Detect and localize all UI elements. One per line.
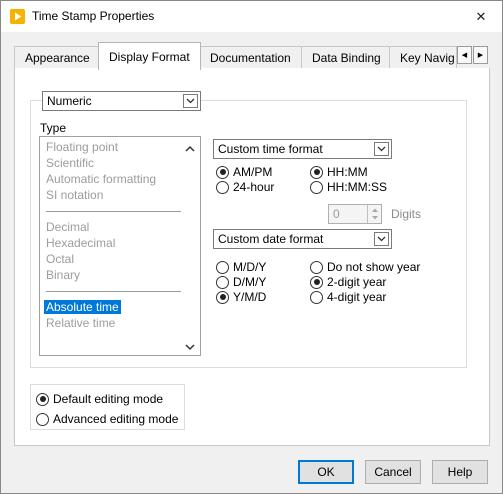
digits-numeric-control[interactable]: 0 [328, 204, 382, 224]
tab-label: Key Navig [400, 51, 455, 65]
tab-scroll-left-button[interactable]: ◀ [457, 46, 472, 64]
chevron-down-icon [183, 94, 198, 108]
list-item-selected[interactable]: Absolute time [44, 300, 121, 314]
time-format-select[interactable]: Custom time format [213, 139, 392, 159]
radio-icon [310, 260, 323, 274]
tab-label: Documentation [210, 51, 291, 65]
digits-value: 0 [333, 207, 340, 221]
ymd-radio[interactable]: Y/M/D [216, 290, 266, 304]
ok-button[interactable]: OK [298, 460, 354, 484]
no-year-radio[interactable]: Do not show year [310, 260, 420, 274]
chevron-down-icon [374, 232, 389, 246]
default-editing-mode-radio[interactable]: Default editing mode [36, 392, 163, 406]
type-label: Type [40, 121, 67, 135]
digits-stepper[interactable] [367, 205, 381, 223]
labview-app-icon [10, 9, 25, 24]
cancel-button[interactable]: Cancel [365, 460, 421, 484]
four-digit-year-radio[interactable]: 4-digit year [310, 290, 386, 304]
four-digit-year-label: 4-digit year [327, 290, 387, 304]
digits-label: Digits [391, 207, 422, 221]
mdy-label: M/D/Y [233, 260, 267, 274]
properties-dialog: Time Stamp Properties ✕ Appearance Displ… [0, 0, 503, 494]
date-format-value: Custom date format [218, 232, 324, 246]
tab-documentation[interactable]: Documentation [199, 46, 302, 69]
time-format-value: Custom time format [218, 142, 323, 156]
help-button[interactable]: Help [432, 460, 488, 484]
ampm-label: AM/PM [233, 165, 273, 179]
format-type-value: Numeric [47, 94, 92, 108]
radio-selected-icon [216, 290, 229, 304]
radio-selected-icon [310, 165, 323, 179]
24-hour-radio[interactable]: 24-hour [216, 180, 274, 194]
arrow-left-icon: ◀ [461, 52, 468, 59]
list-item[interactable]: Hexadecimal [46, 236, 115, 250]
list-divider [46, 291, 181, 292]
list-item[interactable]: Decimal [46, 220, 89, 234]
radio-icon [216, 260, 229, 274]
two-digit-year-radio[interactable]: 2-digit year [310, 275, 386, 289]
ampm-radio[interactable]: AM/PM [216, 165, 272, 179]
hhmmss-radio[interactable]: HH:MM:SS [310, 180, 387, 194]
radio-selected-icon [310, 275, 323, 289]
ymd-label: Y/M/D [233, 290, 267, 304]
tab-label: Appearance [25, 51, 90, 65]
tab-key-navigation[interactable]: Key Navig [389, 46, 457, 69]
radio-icon [36, 412, 49, 426]
format-type-select[interactable]: Numeric [42, 91, 201, 111]
tab-label: Data Binding [312, 51, 381, 65]
list-item[interactable]: SI notation [46, 188, 103, 202]
mdy-radio[interactable]: M/D/Y [216, 260, 266, 274]
24-hour-label: 24-hour [233, 180, 275, 194]
tab-label: Display Format [109, 49, 190, 64]
list-item[interactable]: Floating point [46, 140, 118, 154]
hhmmss-label: HH:MM:SS [327, 180, 387, 194]
advanced-editing-mode-label: Advanced editing mode [53, 412, 179, 426]
dmy-label: D/M/Y [233, 275, 267, 289]
radio-icon [216, 180, 229, 194]
close-icon: ✕ [475, 8, 487, 24]
arrow-right-icon: ▶ [477, 52, 484, 59]
dmy-radio[interactable]: D/M/Y [216, 275, 266, 289]
tab-appearance[interactable]: Appearance [14, 46, 101, 69]
close-button[interactable]: ✕ [461, 1, 501, 32]
window-title: Time Stamp Properties [32, 9, 155, 23]
default-editing-mode-label: Default editing mode [53, 392, 164, 406]
tab-data-binding[interactable]: Data Binding [301, 46, 392, 69]
type-listbox[interactable]: Floating point Scientific Automatic form… [39, 136, 201, 356]
radio-icon [310, 290, 323, 304]
radio-selected-icon [216, 165, 229, 179]
radio-icon [310, 180, 323, 194]
list-divider [46, 211, 181, 212]
no-year-label: Do not show year [327, 260, 421, 274]
hhmm-radio[interactable]: HH:MM [310, 165, 368, 179]
title-bar: Time Stamp Properties ✕ [1, 1, 502, 32]
tab-scroll-right-button[interactable]: ▶ [473, 46, 488, 64]
list-item[interactable]: Automatic formatting [46, 172, 156, 186]
help-label: Help [447, 465, 473, 479]
hhmm-label: HH:MM [327, 165, 368, 179]
date-format-select[interactable]: Custom date format [213, 229, 392, 249]
list-item[interactable]: Relative time [46, 316, 115, 330]
two-digit-year-label: 2-digit year [327, 275, 387, 289]
tab-display-format[interactable]: Display Format [98, 42, 201, 70]
advanced-editing-mode-radio[interactable]: Advanced editing mode [36, 412, 178, 426]
list-item[interactable]: Scientific [46, 156, 94, 170]
cancel-label: Cancel [374, 465, 412, 479]
radio-icon [216, 275, 229, 289]
chevron-down-icon [374, 142, 389, 156]
ok-label: OK [317, 465, 335, 479]
radio-selected-icon [36, 392, 49, 406]
scroll-down-icon[interactable] [185, 341, 195, 351]
scroll-up-icon[interactable] [185, 143, 195, 153]
list-item[interactable]: Octal [46, 252, 74, 266]
list-item[interactable]: Binary [46, 268, 80, 282]
